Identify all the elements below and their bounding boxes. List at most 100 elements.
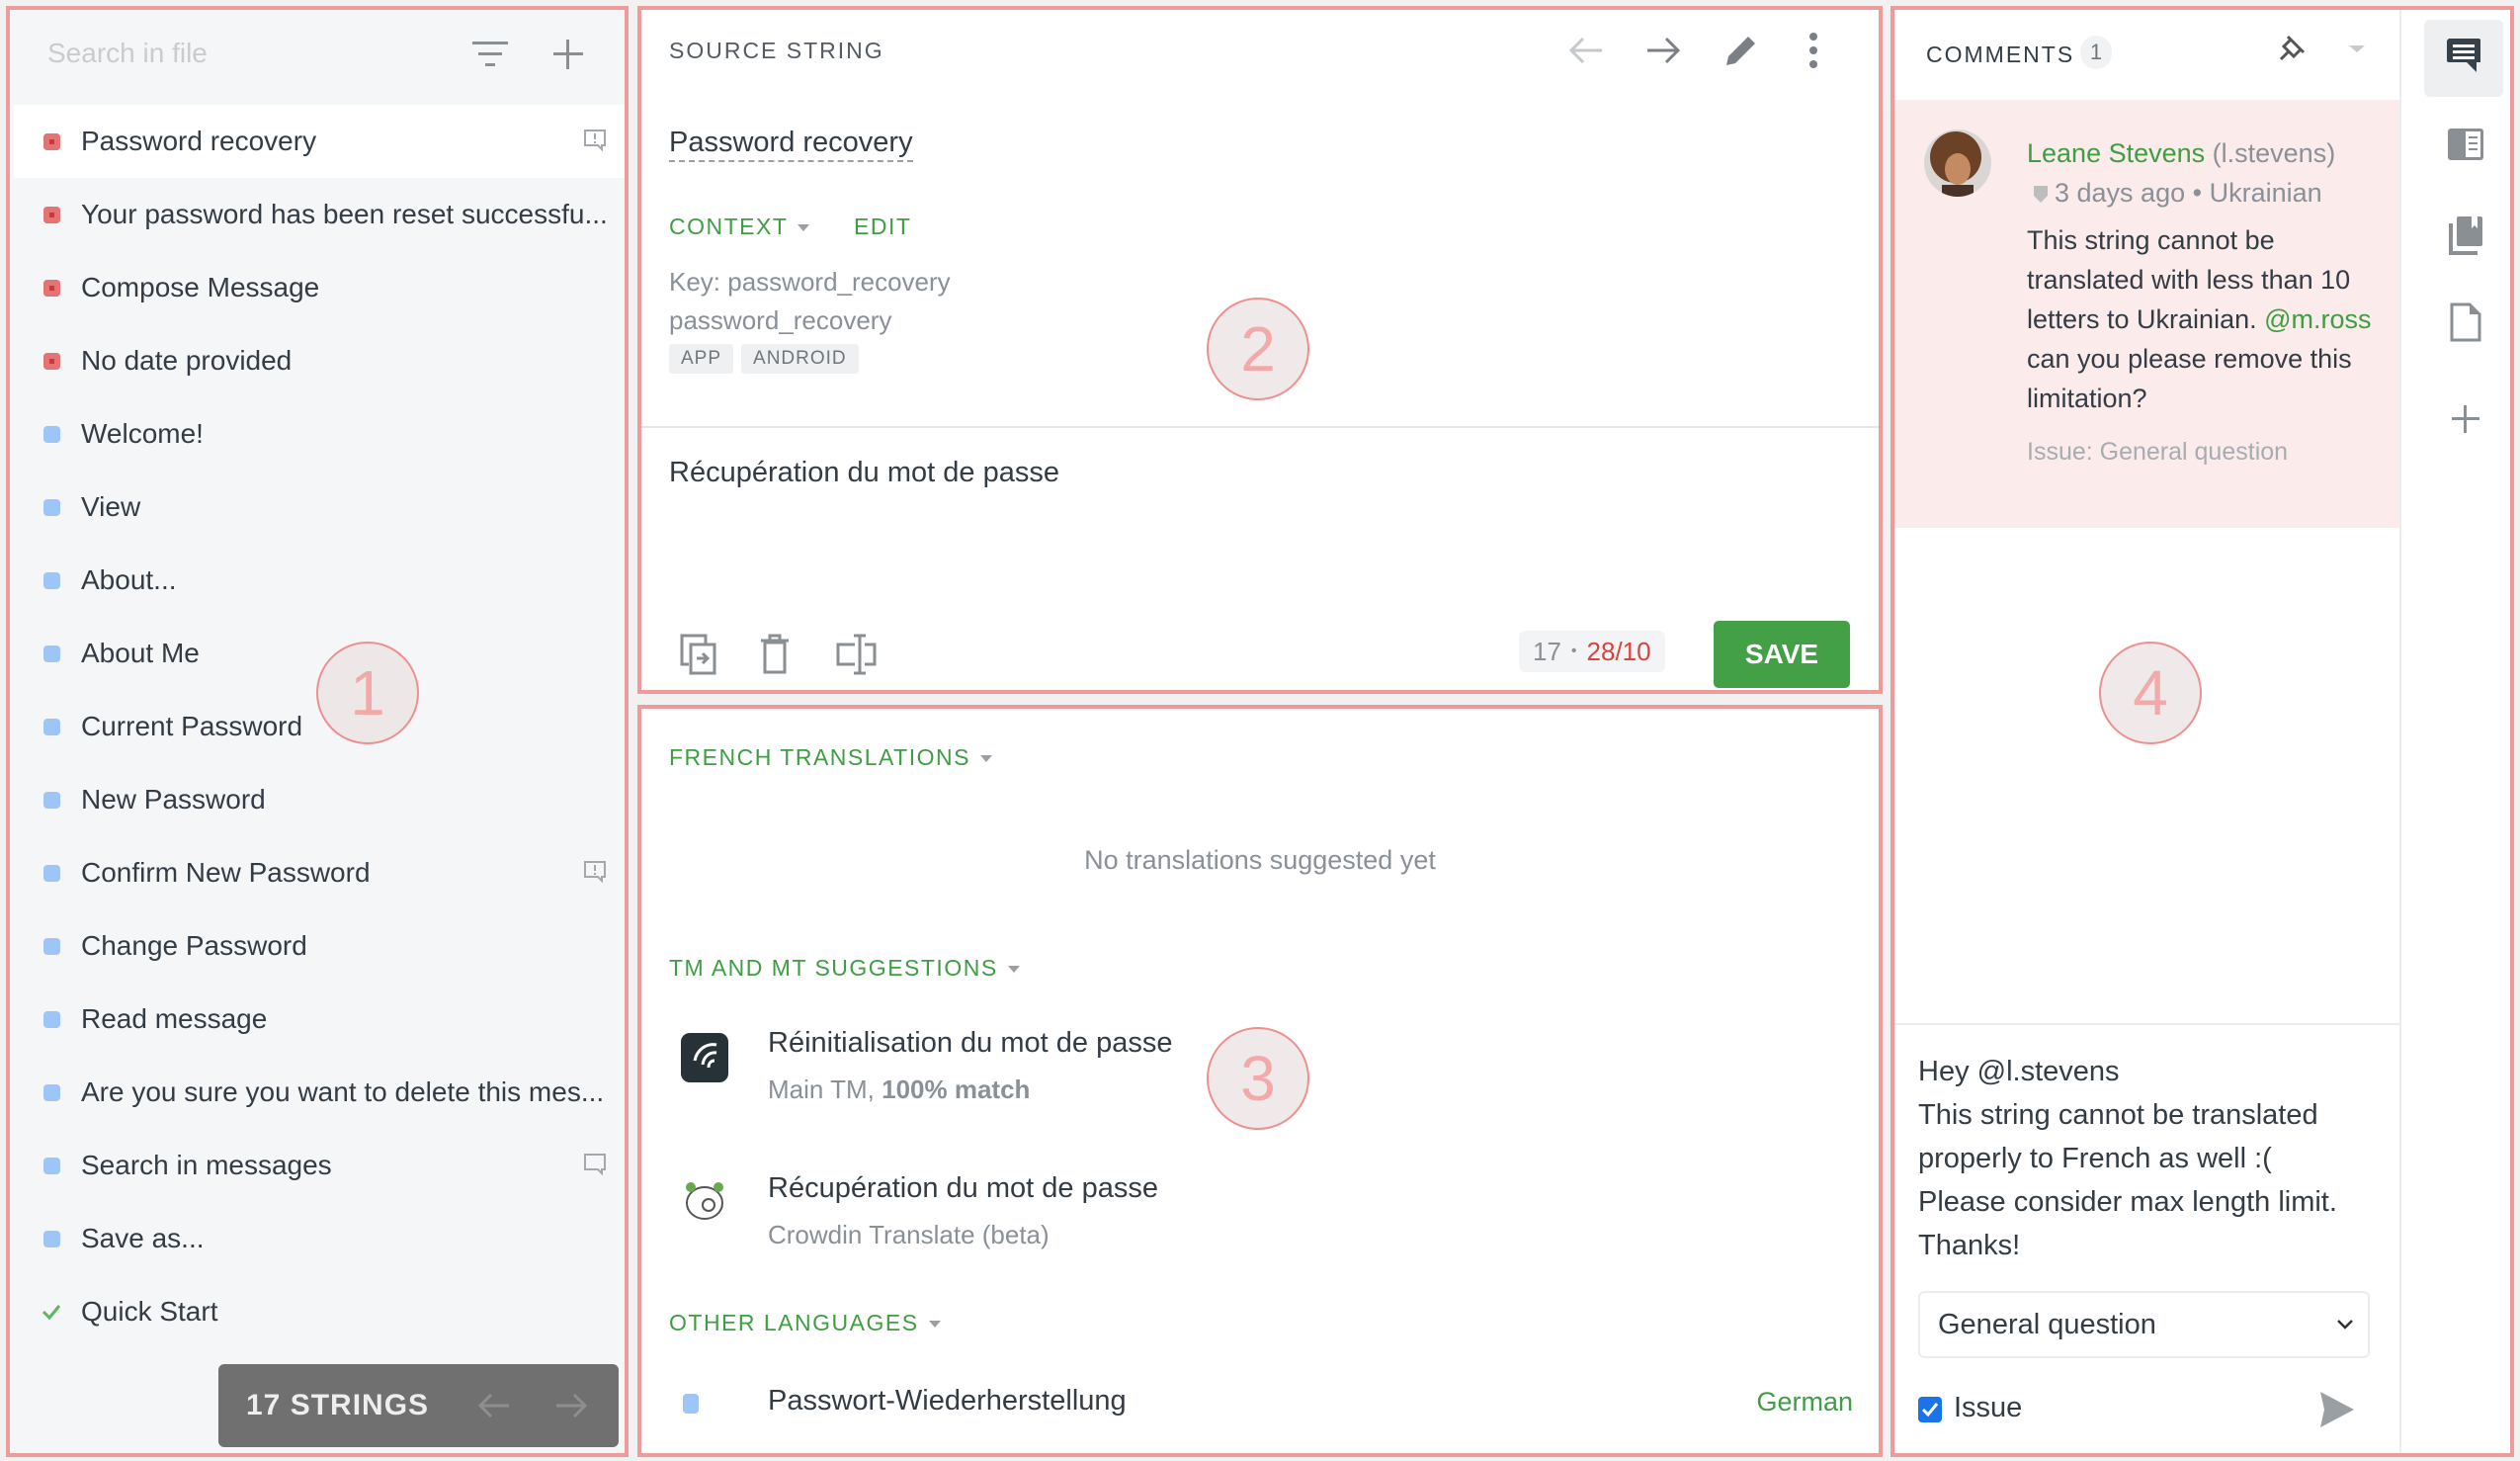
string-label: New Password	[81, 784, 266, 815]
add-string-icon[interactable]	[551, 38, 585, 71]
comment-icon[interactable]	[583, 1153, 607, 1176]
character-counter: 17 • 28/10	[1519, 631, 1665, 672]
pin-icon[interactable]	[2278, 34, 2308, 63]
comments-header: COMMENTS	[1926, 42, 2075, 67]
save-button[interactable]: SAVE	[1714, 621, 1850, 688]
comment-author[interactable]: Leane Stevens	[2027, 138, 2205, 168]
strings-count: 17 STRINGS	[246, 1389, 430, 1421]
issue-comment-icon[interactable]	[583, 860, 607, 884]
string-label: View	[81, 491, 141, 522]
status-dot	[43, 937, 60, 955]
status-dot	[43, 571, 60, 589]
separator: •	[1570, 643, 1577, 659]
other-language-item[interactable]: Passwort-Wiederherstellung German	[641, 1381, 1879, 1430]
divider	[641, 426, 1879, 428]
suggestion-item[interactable]: Réinitialisation du mot de passe Main TM…	[641, 1025, 1630, 1134]
string-list-item[interactable]: View	[14, 471, 625, 544]
search-input[interactable]: Search in file	[47, 38, 208, 69]
comment-author-line: Leane Stevens (l.stevens)	[2027, 138, 2335, 169]
issue-type-select[interactable]: General question	[1918, 1291, 2370, 1358]
issue-comment-icon[interactable]	[583, 129, 607, 152]
caret-down-icon[interactable]	[2349, 45, 2365, 52]
shield-icon	[2034, 186, 2048, 203]
suggestion-item[interactable]: Récupération du mot de passe Crowdin Tra…	[641, 1170, 1630, 1279]
annotation-marker-2: 2	[1207, 298, 1309, 400]
file-icon[interactable]	[2450, 302, 2481, 342]
string-label: About Me	[81, 638, 200, 668]
length-limit: 28/10	[1586, 636, 1651, 666]
text-cursor-icon[interactable]	[835, 633, 879, 676]
string-list-item[interactable]: Search in messages	[14, 1129, 625, 1202]
copy-source-icon[interactable]	[679, 633, 718, 676]
edit-context-link[interactable]: EDIT	[854, 214, 911, 240]
status-dot	[43, 1083, 60, 1101]
issue-checkbox[interactable]: Issue	[1918, 1392, 2022, 1424]
send-icon[interactable]	[2319, 1391, 2355, 1428]
mention-link[interactable]: @m.ross	[2264, 304, 2371, 334]
string-label: Search in messages	[81, 1150, 332, 1180]
more-options-icon[interactable]	[1807, 32, 1819, 69]
translation-input[interactable]: Récupération du mot de passe	[669, 457, 1059, 489]
crowdin-tm-icon	[681, 1033, 728, 1082]
previous-string-icon[interactable]	[1568, 36, 1604, 65]
glossary-icon[interactable]	[2448, 215, 2483, 255]
string-list-item[interactable]: Save as...	[14, 1202, 625, 1275]
string-label: Welcome!	[81, 418, 204, 449]
status-dot	[43, 791, 60, 809]
suggestion-source: Main TM, 100% match	[768, 1074, 1031, 1104]
string-list-item[interactable]: Are you sure you want to delete this mes…	[14, 1056, 625, 1129]
next-string-icon[interactable]	[1645, 36, 1681, 65]
string-list-item[interactable]: Password recovery	[14, 105, 625, 178]
string-label: Confirm New Password	[81, 857, 371, 888]
status-dot	[43, 498, 60, 516]
comments-icon[interactable]	[2446, 38, 2481, 75]
string-list-item[interactable]: Quick Start	[14, 1275, 625, 1348]
chevron-down-icon	[2337, 1320, 2353, 1330]
status-dot	[43, 1157, 60, 1174]
string-list-item[interactable]: About...	[14, 544, 625, 617]
string-list-item[interactable]: Confirm New Password	[14, 836, 625, 909]
status-dot	[683, 1394, 699, 1414]
edit-pencil-icon[interactable]	[1722, 32, 1760, 69]
caret-down-icon	[928, 1321, 941, 1329]
string-list-item[interactable]: Read message	[14, 983, 625, 1056]
string-list-item[interactable]: Compose Message	[14, 251, 625, 324]
language-name: German	[1756, 1387, 1853, 1417]
filter-icon[interactable]	[470, 40, 510, 69]
string-list-item[interactable]: Welcome!	[14, 397, 625, 471]
suggestion-text: Récupération du mot de passe	[768, 1172, 1158, 1204]
string-list-item[interactable]: Your password has been reset successfu..…	[14, 178, 625, 251]
status-dot	[43, 864, 60, 882]
comments-panel: COMMENTS 1 Leane Stevens (l.stevens) 3 d…	[1890, 6, 2514, 1457]
string-label: No date provided	[81, 345, 293, 376]
next-page-icon[interactable]	[554, 1392, 588, 1419]
strings-count-bar: 17 STRINGS	[218, 1364, 619, 1447]
context-key: Key: password_recovery	[669, 267, 951, 297]
context-toggle[interactable]: CONTEXT	[669, 214, 810, 240]
tag: APP	[669, 344, 734, 374]
caret-down-icon	[979, 755, 992, 763]
divider	[1894, 1023, 2399, 1025]
tags: APP ANDROID	[669, 344, 867, 374]
prev-page-icon[interactable]	[477, 1392, 511, 1419]
string-list-item[interactable]: Change Password	[14, 909, 625, 983]
reply-textarea[interactable]: Hey @l.stevens This string cannot be tran…	[1918, 1050, 2393, 1267]
status-dot	[43, 279, 60, 297]
comment-issue: Issue: General question	[2027, 438, 2289, 466]
section-label: FRENCH TRANSLATIONS	[669, 744, 970, 770]
sidebar-panel-icon[interactable]	[2448, 129, 2483, 160]
other-language-text: Passwort-Wiederherstellung	[768, 1385, 1127, 1417]
checkbox-checked-icon[interactable]	[1918, 1395, 1942, 1422]
other-languages-toggle[interactable]: OTHER LANGUAGES	[669, 1310, 941, 1336]
comment-username: (l.stevens)	[2212, 138, 2336, 168]
status-dot	[43, 1230, 60, 1247]
french-translations-toggle[interactable]: FRENCH TRANSLATIONS	[669, 744, 992, 771]
context-label: CONTEXT	[669, 214, 789, 239]
delete-icon[interactable]	[758, 633, 792, 676]
tm-mt-toggle[interactable]: TM AND MT SUGGESTIONS	[669, 955, 1020, 982]
add-icon[interactable]	[2452, 405, 2479, 433]
avatar	[1924, 129, 1991, 197]
string-list-item[interactable]: No date provided	[14, 324, 625, 397]
string-list-item[interactable]: New Password	[14, 763, 625, 836]
string-label: Compose Message	[81, 272, 320, 302]
